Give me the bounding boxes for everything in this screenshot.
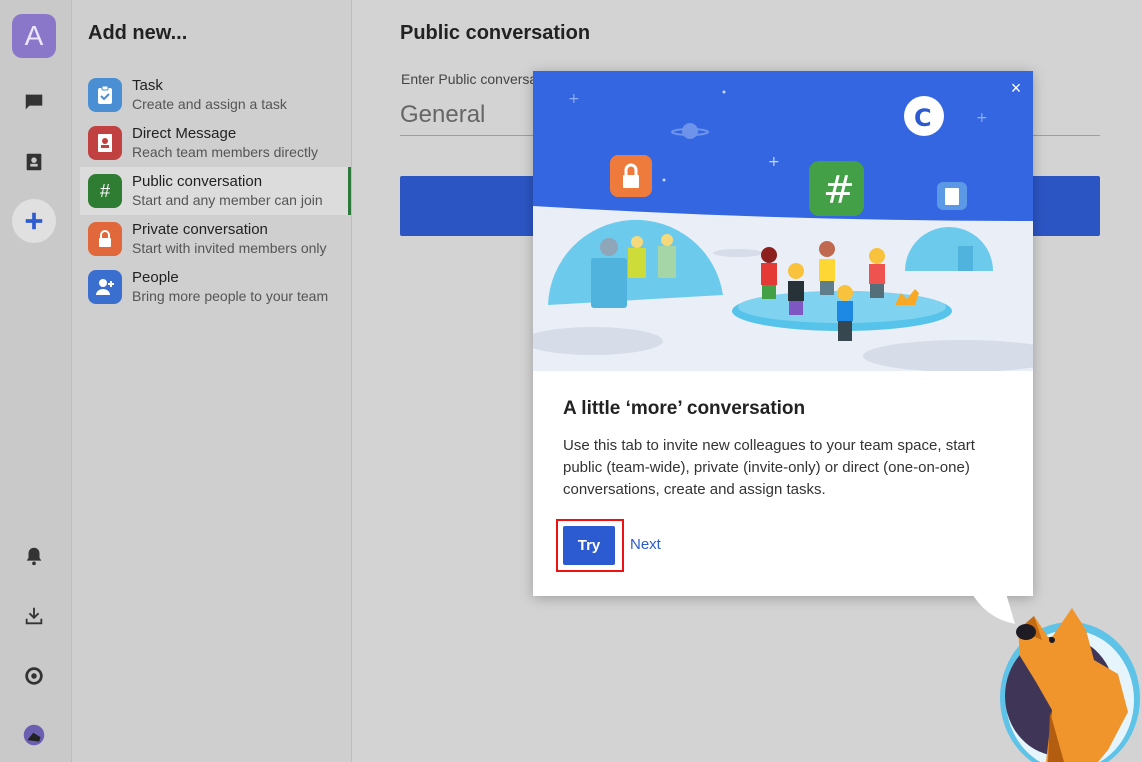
item-title: Task [132, 77, 163, 94]
item-subtitle: Reach team members directly [132, 144, 318, 160]
modal-heading: A little ‘more’ conversation [563, 398, 806, 419]
add-item-direct-message[interactable]: Direct Message Reach team members direct… [80, 119, 351, 167]
item-subtitle: Bring more people to your team [132, 288, 329, 304]
svg-text:#: # [823, 168, 855, 212]
panel-title: Add new... [88, 22, 188, 44]
add-new-icon[interactable] [12, 199, 56, 243]
help-lifebuoy-icon[interactable] [12, 654, 56, 698]
workspace-avatar[interactable]: A [12, 14, 56, 58]
dog-mascot-icon[interactable] [990, 600, 1142, 762]
add-item-people[interactable]: People Bring more people to your team [80, 263, 351, 311]
item-title: People [132, 269, 179, 286]
try-button[interactable]: Try [563, 526, 615, 565]
hash-icon: # [88, 174, 122, 208]
add-item-task[interactable]: Task Create and assign a task [80, 71, 351, 119]
onboarding-illustration: + + + C # [533, 71, 1033, 371]
item-title: Direct Message [132, 125, 237, 142]
add-item-private-conversation[interactable]: Private conversation Start with invited … [80, 215, 351, 263]
page-title: Public conversation [400, 22, 591, 44]
item-title: Private conversation [132, 221, 268, 238]
svg-text:+: + [976, 110, 988, 126]
chat-icon[interactable] [12, 80, 56, 124]
download-icon[interactable] [12, 594, 56, 638]
contact-book-icon [88, 126, 122, 160]
add-new-list: Task Create and assign a task Direct Mes… [80, 71, 351, 311]
item-subtitle: Start with invited members only [132, 240, 327, 256]
modal-body-text: Use this tab to invite new colleagues to… [563, 437, 975, 498]
conversation-name-label: Enter Public conversa [401, 71, 538, 87]
lock-icon [88, 222, 122, 256]
svg-text:+: + [568, 91, 580, 107]
add-person-icon [88, 270, 122, 304]
add-item-public-conversation[interactable]: # Public conversation Start and any memb… [80, 167, 351, 215]
onboarding-modal: + + + C # × A little ‘more’ conversation… [533, 71, 1033, 596]
svg-text:C: C [914, 104, 932, 132]
user-avatar[interactable] [12, 713, 56, 757]
clipboard-icon [88, 78, 122, 112]
item-subtitle: Create and assign a task [132, 96, 287, 112]
left-rail: A [0, 0, 72, 762]
add-new-panel: Add new... Task Create and assign a task… [72, 0, 352, 762]
item-title: Public conversation [132, 173, 263, 190]
close-icon[interactable]: × [1007, 79, 1025, 97]
contacts-icon[interactable] [12, 140, 56, 184]
bell-icon[interactable] [12, 534, 56, 578]
next-link[interactable]: Next [630, 536, 661, 553]
item-subtitle: Start and any member can join [132, 192, 323, 208]
svg-text:+: + [768, 154, 780, 170]
